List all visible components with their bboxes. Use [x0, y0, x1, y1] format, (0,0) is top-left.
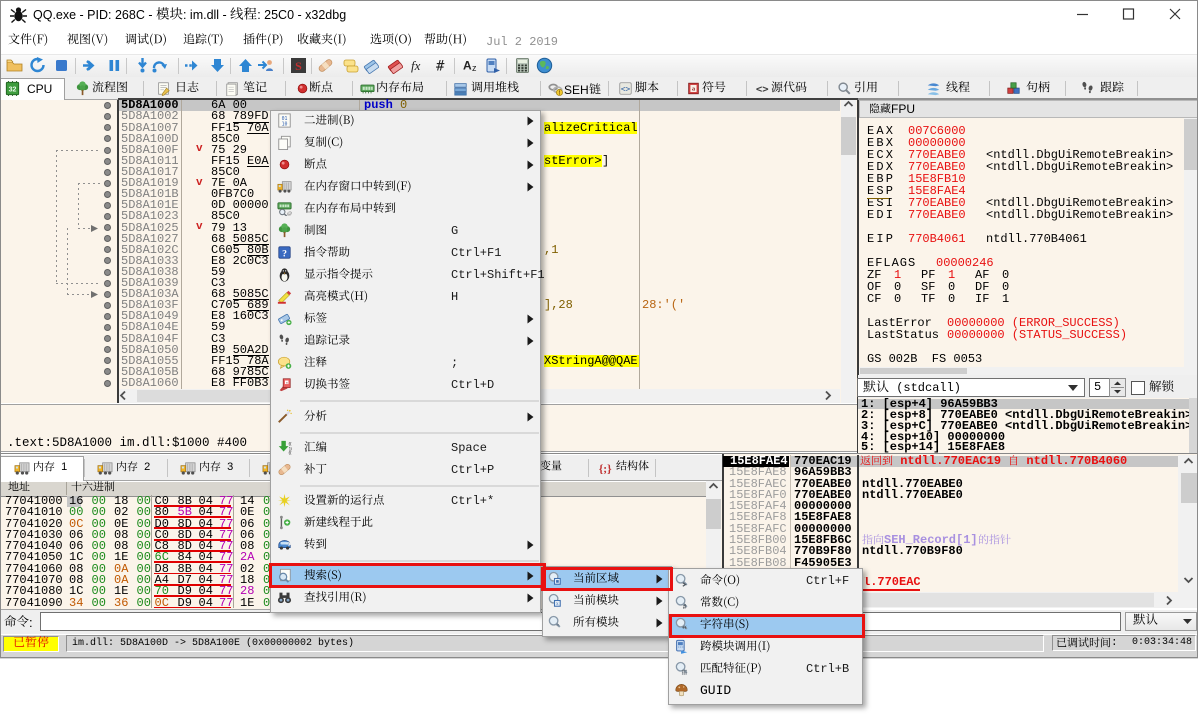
svg-text:@: @ — [287, 211, 292, 216]
svg-text:x: x — [556, 601, 559, 607]
svg-text:10: 10 — [282, 121, 288, 127]
svg-text:01: 01 — [288, 451, 292, 455]
svg-text:?: ? — [282, 248, 287, 259]
svg-text:#: # — [683, 603, 687, 610]
svg-text:n: n — [286, 381, 288, 385]
svg-text:*: * — [556, 623, 560, 630]
svg-text:01: 01 — [288, 441, 292, 447]
